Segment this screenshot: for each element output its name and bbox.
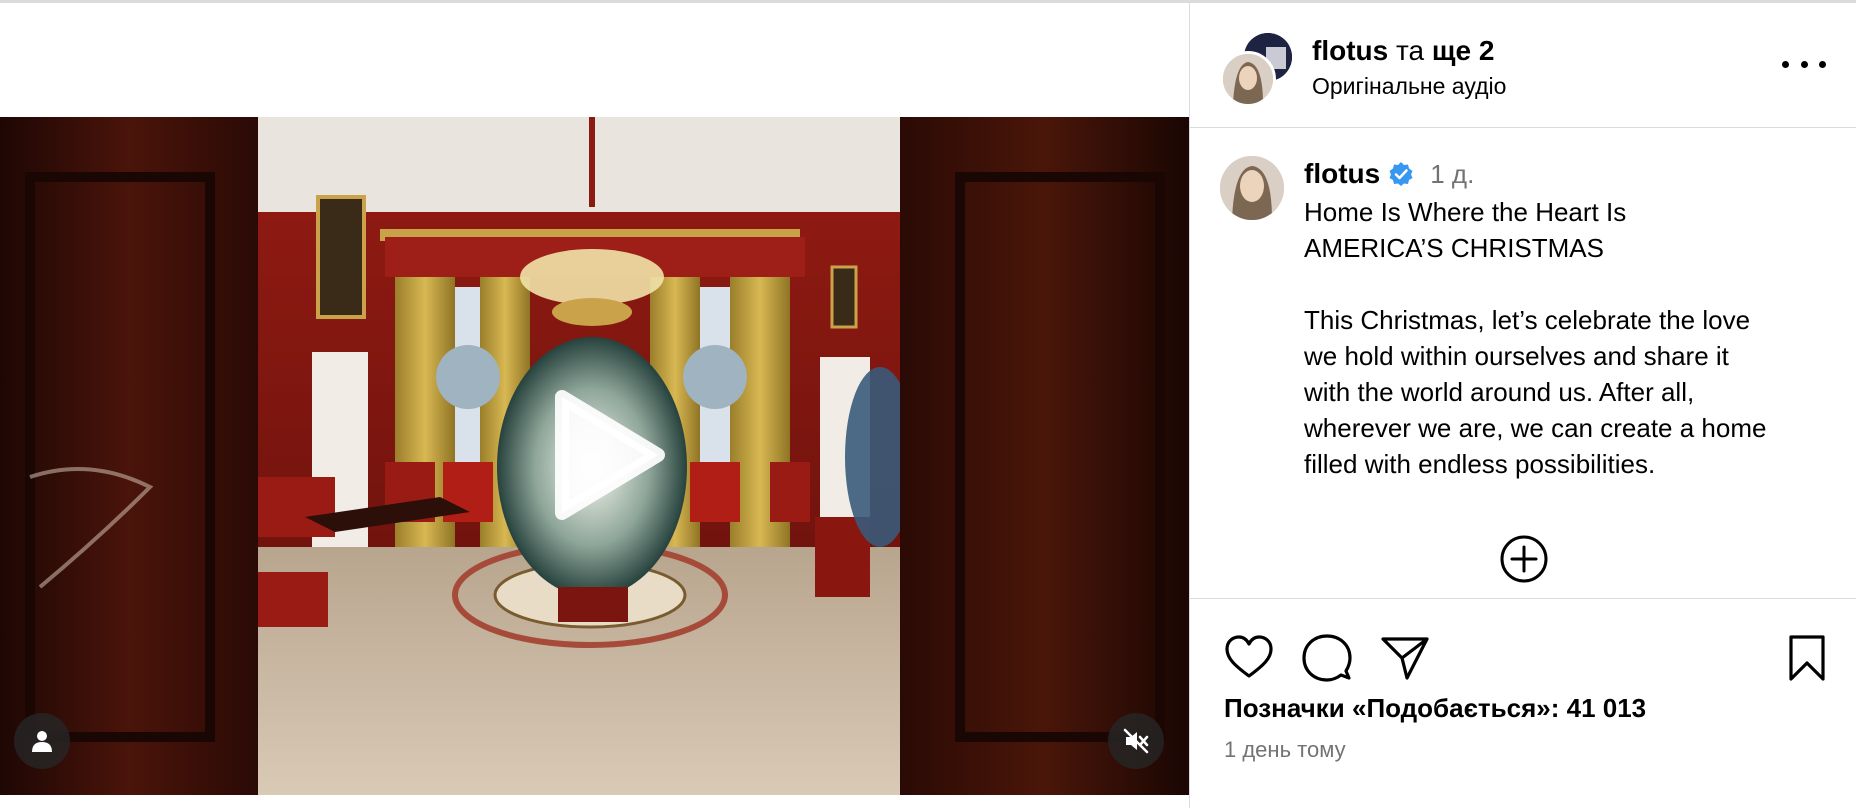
caption-line: wherever we are, we can create a home	[1304, 413, 1767, 443]
reel-video[interactable]	[0, 117, 1189, 795]
caption-header: flotus 1 д.	[1304, 158, 1474, 190]
post-sidebar: flotus та ще 2 Оригінальне аудіо flotus …	[1190, 3, 1856, 808]
audio-link[interactable]: Оригінальне аудіо	[1312, 73, 1506, 100]
header-joiner: та	[1396, 35, 1425, 66]
heart-icon[interactable]	[1224, 633, 1274, 683]
verified-badge-icon	[1389, 162, 1413, 186]
mute-button[interactable]	[1108, 713, 1164, 769]
caption-avatar[interactable]	[1220, 156, 1284, 220]
post-time-ago[interactable]: 1 день тому	[1224, 737, 1346, 763]
post-header: flotus та ще 2 Оригінальне аудіо	[1190, 3, 1856, 128]
collab-avatars[interactable]	[1220, 33, 1292, 107]
collab-usernames[interactable]: flotus та ще 2	[1312, 35, 1494, 67]
caption-time[interactable]: 1 д.	[1430, 159, 1474, 190]
caption-text: Home Is Where the Heart Is AMERICA’S CHR…	[1304, 194, 1844, 482]
caption-section: flotus 1 д. Home Is Where the Heart Is A…	[1190, 128, 1856, 599]
play-icon[interactable]	[532, 385, 672, 525]
header-username[interactable]: flotus	[1312, 35, 1388, 66]
paper-plane-icon[interactable]	[1380, 633, 1430, 683]
caption-line: we hold within ourselves and share it	[1304, 341, 1729, 371]
user-icon	[32, 731, 52, 752]
bookmark-icon[interactable]	[1782, 633, 1832, 683]
likes-count[interactable]: Позначки «Подобається»: 41 013	[1224, 693, 1646, 724]
header-others-link[interactable]: ще 2	[1432, 35, 1495, 66]
collab-avatar-flotus	[1220, 51, 1276, 107]
add-circle-icon[interactable]	[1499, 534, 1549, 584]
action-bar: Позначки «Подобається»: 41 013 1 день то…	[1190, 599, 1856, 808]
caption-line: filled with endless possibilities.	[1304, 449, 1656, 479]
caption-line: Home Is Where the Heart Is	[1304, 197, 1627, 227]
media-panel	[0, 3, 1189, 808]
tagged-users-button[interactable]	[14, 713, 70, 769]
speaker-muted-icon	[1123, 728, 1149, 754]
caption-line: AMERICA’S CHRISTMAS	[1304, 233, 1604, 263]
caption-username[interactable]: flotus	[1304, 158, 1380, 190]
caption-line: This Christmas, let’s celebrate the love	[1304, 305, 1751, 335]
comment-icon[interactable]	[1302, 633, 1352, 683]
caption-line: with the world around us. After all,	[1304, 377, 1695, 407]
more-options-icon[interactable]	[1782, 49, 1826, 79]
